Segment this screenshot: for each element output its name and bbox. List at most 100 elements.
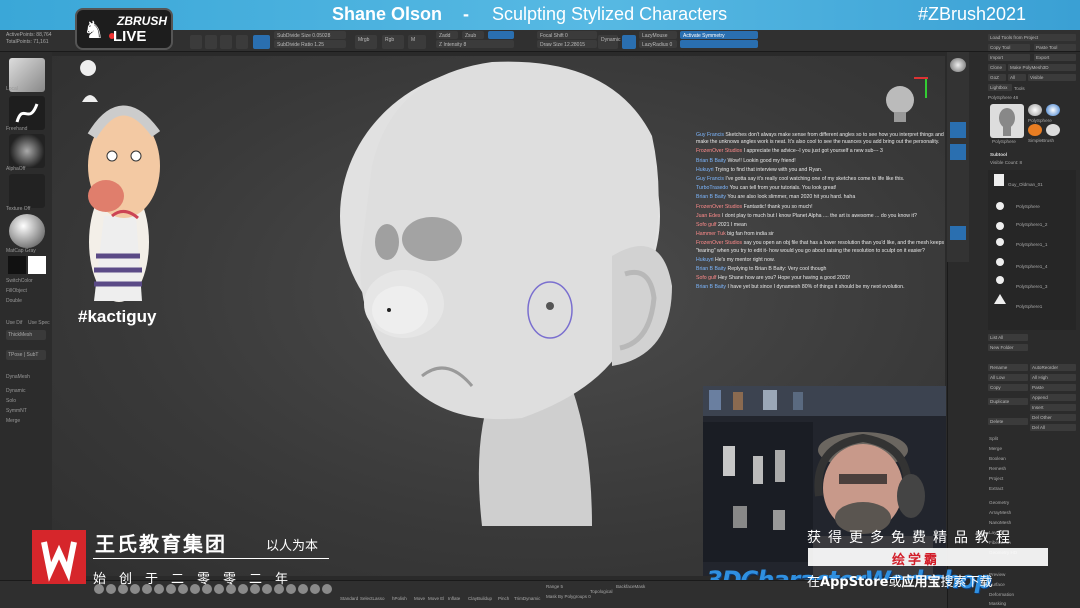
subtool-name[interactable]: PolySphere1_3 bbox=[1016, 284, 1047, 289]
copy-tool-button[interactable]: Copy Tool bbox=[988, 44, 1030, 51]
zadd-button[interactable]: Zadd bbox=[436, 31, 458, 39]
matcap-thumbnail[interactable] bbox=[9, 214, 45, 248]
zadd-active-button[interactable] bbox=[488, 31, 514, 39]
subtool-thumbnail[interactable] bbox=[996, 202, 1004, 210]
goz-button[interactable]: GoZ bbox=[988, 74, 1006, 81]
subtool-name[interactable]: PolySphere1_1 bbox=[1016, 242, 1047, 247]
subtool-thumbnail[interactable] bbox=[996, 276, 1004, 284]
focal-shift-slider[interactable]: Focal Shift 0 bbox=[537, 31, 597, 39]
navigation-gizmo[interactable] bbox=[886, 77, 928, 122]
all-button[interactable]: All bbox=[1008, 74, 1026, 81]
symmnt-button[interactable]: SymmNT bbox=[6, 408, 27, 414]
main-color-swatch[interactable] bbox=[28, 256, 46, 274]
clone-button[interactable]: Clone bbox=[988, 64, 1006, 71]
mask-by-polygroups-slider[interactable]: Mask By Polygroups 0 bbox=[546, 594, 591, 599]
subtool-name[interactable]: Guy_Oldman_01 bbox=[1008, 182, 1043, 187]
use-spec-button[interactable]: Use Spec bbox=[28, 320, 50, 326]
fill-object-button[interactable]: FillObject bbox=[6, 288, 27, 294]
polysphere-alt-thumbnail[interactable] bbox=[1046, 104, 1060, 116]
solo-button[interactable]: Solo bbox=[6, 398, 16, 404]
dynamesh-button[interactable]: DynaMesh bbox=[6, 374, 30, 380]
subtool-thumbnail[interactable] bbox=[994, 174, 1004, 186]
import-button[interactable]: Import bbox=[988, 54, 1030, 61]
backface-mask-button[interactable]: BackfaceMask bbox=[616, 584, 645, 589]
scale-button[interactable] bbox=[236, 35, 248, 49]
append-button[interactable]: Append bbox=[1030, 394, 1076, 401]
copy-button[interactable]: Copy bbox=[988, 384, 1028, 391]
all-high-button[interactable]: All High bbox=[1030, 374, 1076, 381]
paste-tool-button[interactable]: Paste Tool bbox=[1034, 44, 1076, 51]
boolean-menu[interactable]: Boolean bbox=[989, 456, 1006, 461]
simplebrush-thumbnail[interactable] bbox=[1046, 124, 1060, 136]
load-tools-from-project[interactable]: Load Tools from Project bbox=[988, 34, 1076, 41]
move-button[interactable] bbox=[220, 35, 232, 49]
subtool-thumbnail[interactable] bbox=[996, 222, 1004, 230]
brush-icon-button[interactable] bbox=[253, 35, 270, 49]
draw-button[interactable] bbox=[205, 35, 217, 49]
texture-thumbnail[interactable] bbox=[9, 174, 45, 208]
floor-button[interactable] bbox=[950, 144, 966, 160]
m-button[interactable]: M bbox=[408, 35, 426, 49]
secondary-color-swatch[interactable] bbox=[8, 256, 26, 274]
mrgb-button[interactable]: Mrgb bbox=[355, 35, 377, 49]
deformation-menu[interactable]: Deformation bbox=[989, 592, 1014, 597]
rename-button[interactable]: Rename bbox=[988, 364, 1028, 371]
z-intensity-slider[interactable]: Z Intensity 8 bbox=[436, 40, 514, 48]
edit-button[interactable] bbox=[190, 35, 202, 49]
del-all-button[interactable]: Del All bbox=[1030, 424, 1076, 431]
dynamic-label[interactable]: Dynamic bbox=[6, 388, 25, 394]
make-polymesh-button[interactable]: Make PolyMesh3D bbox=[1008, 64, 1076, 71]
merge-button[interactable]: Merge bbox=[6, 418, 20, 424]
geometry-menu[interactable]: Geometry bbox=[989, 500, 1009, 505]
subtool-header[interactable]: Subtool bbox=[990, 152, 1007, 157]
del-other-button[interactable]: Del Other bbox=[1030, 414, 1076, 421]
visible-button[interactable]: Visible bbox=[1028, 74, 1076, 81]
brush-damstandard-icon[interactable] bbox=[322, 584, 332, 594]
cone-subtool-thumbnail[interactable] bbox=[994, 294, 1006, 304]
export-button[interactable]: Export bbox=[1034, 54, 1076, 61]
subtool-name[interactable]: PolySphere bbox=[1016, 204, 1040, 209]
lazy-mouse-button[interactable]: LazyMouse bbox=[639, 31, 677, 39]
rgb-button[interactable]: Rgb bbox=[382, 35, 404, 49]
symmetry-axis-buttons[interactable] bbox=[680, 40, 758, 48]
brush-knife-icon[interactable] bbox=[310, 584, 320, 594]
remesh-menu[interactable]: Remesh bbox=[989, 466, 1006, 471]
nanomesh-menu[interactable]: NanoMesh bbox=[989, 520, 1011, 525]
symmetry-icon-button[interactable] bbox=[622, 35, 636, 49]
project-menu[interactable]: Project bbox=[989, 476, 1003, 481]
merge-menu[interactable]: Merge bbox=[989, 446, 1002, 451]
subtool-name[interactable]: PolySphere1_2 bbox=[1016, 222, 1047, 227]
draw-size-slider[interactable]: Draw Size 12.28015 bbox=[537, 40, 597, 48]
activate-symmetry-button[interactable]: Activate Symmetry bbox=[680, 31, 758, 39]
subtool-name[interactable]: PolySphere1_4 bbox=[1016, 264, 1047, 269]
zsub-button[interactable]: Zsub bbox=[462, 31, 484, 39]
sphere-icon[interactable] bbox=[950, 58, 966, 72]
alpha-thumbnail[interactable] bbox=[9, 134, 45, 168]
polysphere-tool-thumbnail[interactable] bbox=[1028, 104, 1042, 116]
list-all-button[interactable]: List All bbox=[988, 334, 1028, 341]
masking-menu[interactable]: Masking bbox=[989, 601, 1006, 606]
lazy-radius-slider[interactable]: LazyRadius 0 bbox=[639, 40, 677, 48]
subtool-name[interactable]: PolySphere1 bbox=[1016, 304, 1042, 309]
persp-button[interactable] bbox=[950, 122, 966, 138]
dynamic-button[interactable]: Dynamic bbox=[598, 35, 620, 49]
all-low-button[interactable]: All Low bbox=[988, 374, 1028, 381]
use-dif-button[interactable]: Use Dif bbox=[6, 320, 22, 326]
polyf-button[interactable] bbox=[950, 226, 966, 240]
autoreorder-button[interactable]: AutoReorder bbox=[1030, 364, 1076, 371]
range-slider[interactable]: Range 5 bbox=[546, 584, 563, 589]
topological-button[interactable]: Topological bbox=[590, 589, 613, 594]
insert-button[interactable]: Insert bbox=[1030, 404, 1076, 411]
paste-button[interactable]: Paste bbox=[1030, 384, 1076, 391]
thickmesh-button[interactable]: ThickMesh bbox=[6, 330, 46, 340]
new-folder-button[interactable]: New Folder bbox=[988, 344, 1028, 351]
stroke-thumbnail[interactable] bbox=[9, 96, 45, 130]
double-button[interactable]: Double bbox=[6, 298, 22, 304]
duplicate-button[interactable]: Duplicate bbox=[988, 398, 1028, 405]
tpose-subt-button[interactable]: TPose | SubT bbox=[6, 350, 46, 360]
spherebrush-thumbnail[interactable] bbox=[1028, 124, 1042, 136]
current-tool-thumbnail[interactable] bbox=[990, 104, 1024, 138]
lightbox-button[interactable]: Lightbox bbox=[988, 84, 1012, 91]
subtool-thumbnail[interactable] bbox=[996, 258, 1004, 266]
split-menu[interactable]: Split bbox=[989, 436, 998, 441]
